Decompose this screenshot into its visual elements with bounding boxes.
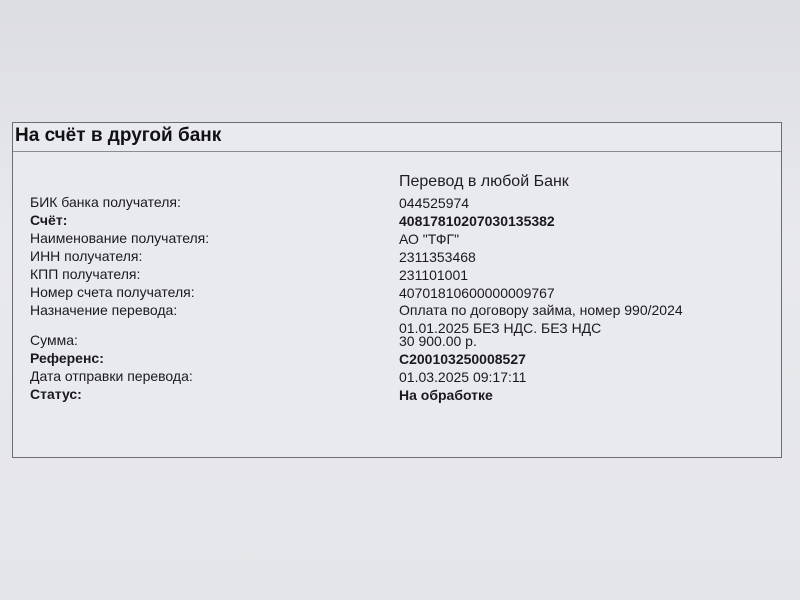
status-label: Статус: bbox=[30, 386, 82, 402]
recipient-name-label: Наименование получателя: bbox=[30, 230, 210, 246]
bik-value: 044525974 bbox=[399, 195, 470, 211]
transfer-type-header: Перевод в любой Банк bbox=[399, 173, 569, 190]
account-value: 40817810207030135382 bbox=[399, 213, 555, 229]
details-list: БИК банка получателя: 044525974 Счёт: 40… bbox=[13, 194, 781, 404]
detail-row-status: Статус: На обработке bbox=[13, 386, 781, 404]
send-date-value: 01.03.2025 09:17:11 bbox=[399, 369, 527, 385]
recipient-account-label: Номер счета получателя: bbox=[30, 284, 195, 300]
transfer-details-panel: На счёт в другой банк Перевод в любой Ба… bbox=[12, 122, 782, 458]
detail-row-send-date: Дата отправки перевода: 01.03.2025 09:17… bbox=[13, 368, 781, 386]
kpp-label: КПП получателя: bbox=[30, 266, 141, 282]
recipient-account-value: 40701810600000009767 bbox=[399, 285, 555, 301]
send-date-label: Дата отправки перевода: bbox=[30, 368, 193, 384]
panel-title: На счёт в другой банк bbox=[15, 125, 222, 146]
amount-label: Сумма: bbox=[30, 332, 78, 348]
reference-label: Референс: bbox=[30, 350, 104, 366]
amount-value: 30 900.00 р. bbox=[399, 333, 477, 349]
bik-label: БИК банка получателя: bbox=[30, 194, 181, 210]
kpp-value: 231101001 bbox=[399, 267, 469, 283]
detail-row-bik: БИК банка получателя: 044525974 bbox=[13, 194, 781, 212]
detail-row-inn: ИНН получателя: 2311353468 bbox=[13, 248, 781, 266]
title-divider bbox=[13, 151, 781, 152]
account-label: Счёт: bbox=[30, 212, 68, 228]
status-value: На обработке bbox=[399, 387, 493, 403]
reference-value: C200103250008527 bbox=[399, 351, 526, 367]
screen-background: На счёт в другой банк Перевод в любой Ба… bbox=[0, 0, 800, 600]
inn-label: ИНН получателя: bbox=[30, 248, 143, 264]
purpose-label: Назначение перевода: bbox=[30, 302, 178, 318]
detail-row-kpp: КПП получателя: 231101001 bbox=[13, 266, 781, 284]
detail-row-recipient-name: Наименование получателя: АО "ТФГ" bbox=[13, 230, 781, 248]
recipient-name-value: АО "ТФГ" bbox=[399, 231, 460, 247]
detail-row-purpose: Назначение перевода: Оплата по договору … bbox=[13, 302, 781, 336]
inn-value: 2311353468 bbox=[399, 249, 476, 265]
detail-row-amount: Сумма: 30 900.00 р. bbox=[13, 332, 781, 350]
purpose-value-line-1: Оплата по договору займа, номер 990/2024 bbox=[399, 302, 683, 318]
detail-row-account: Счёт: 40817810207030135382 bbox=[13, 212, 781, 230]
detail-row-recipient-account: Номер счета получателя: 4070181060000000… bbox=[13, 284, 781, 302]
detail-row-reference: Референс: C200103250008527 bbox=[13, 350, 781, 368]
